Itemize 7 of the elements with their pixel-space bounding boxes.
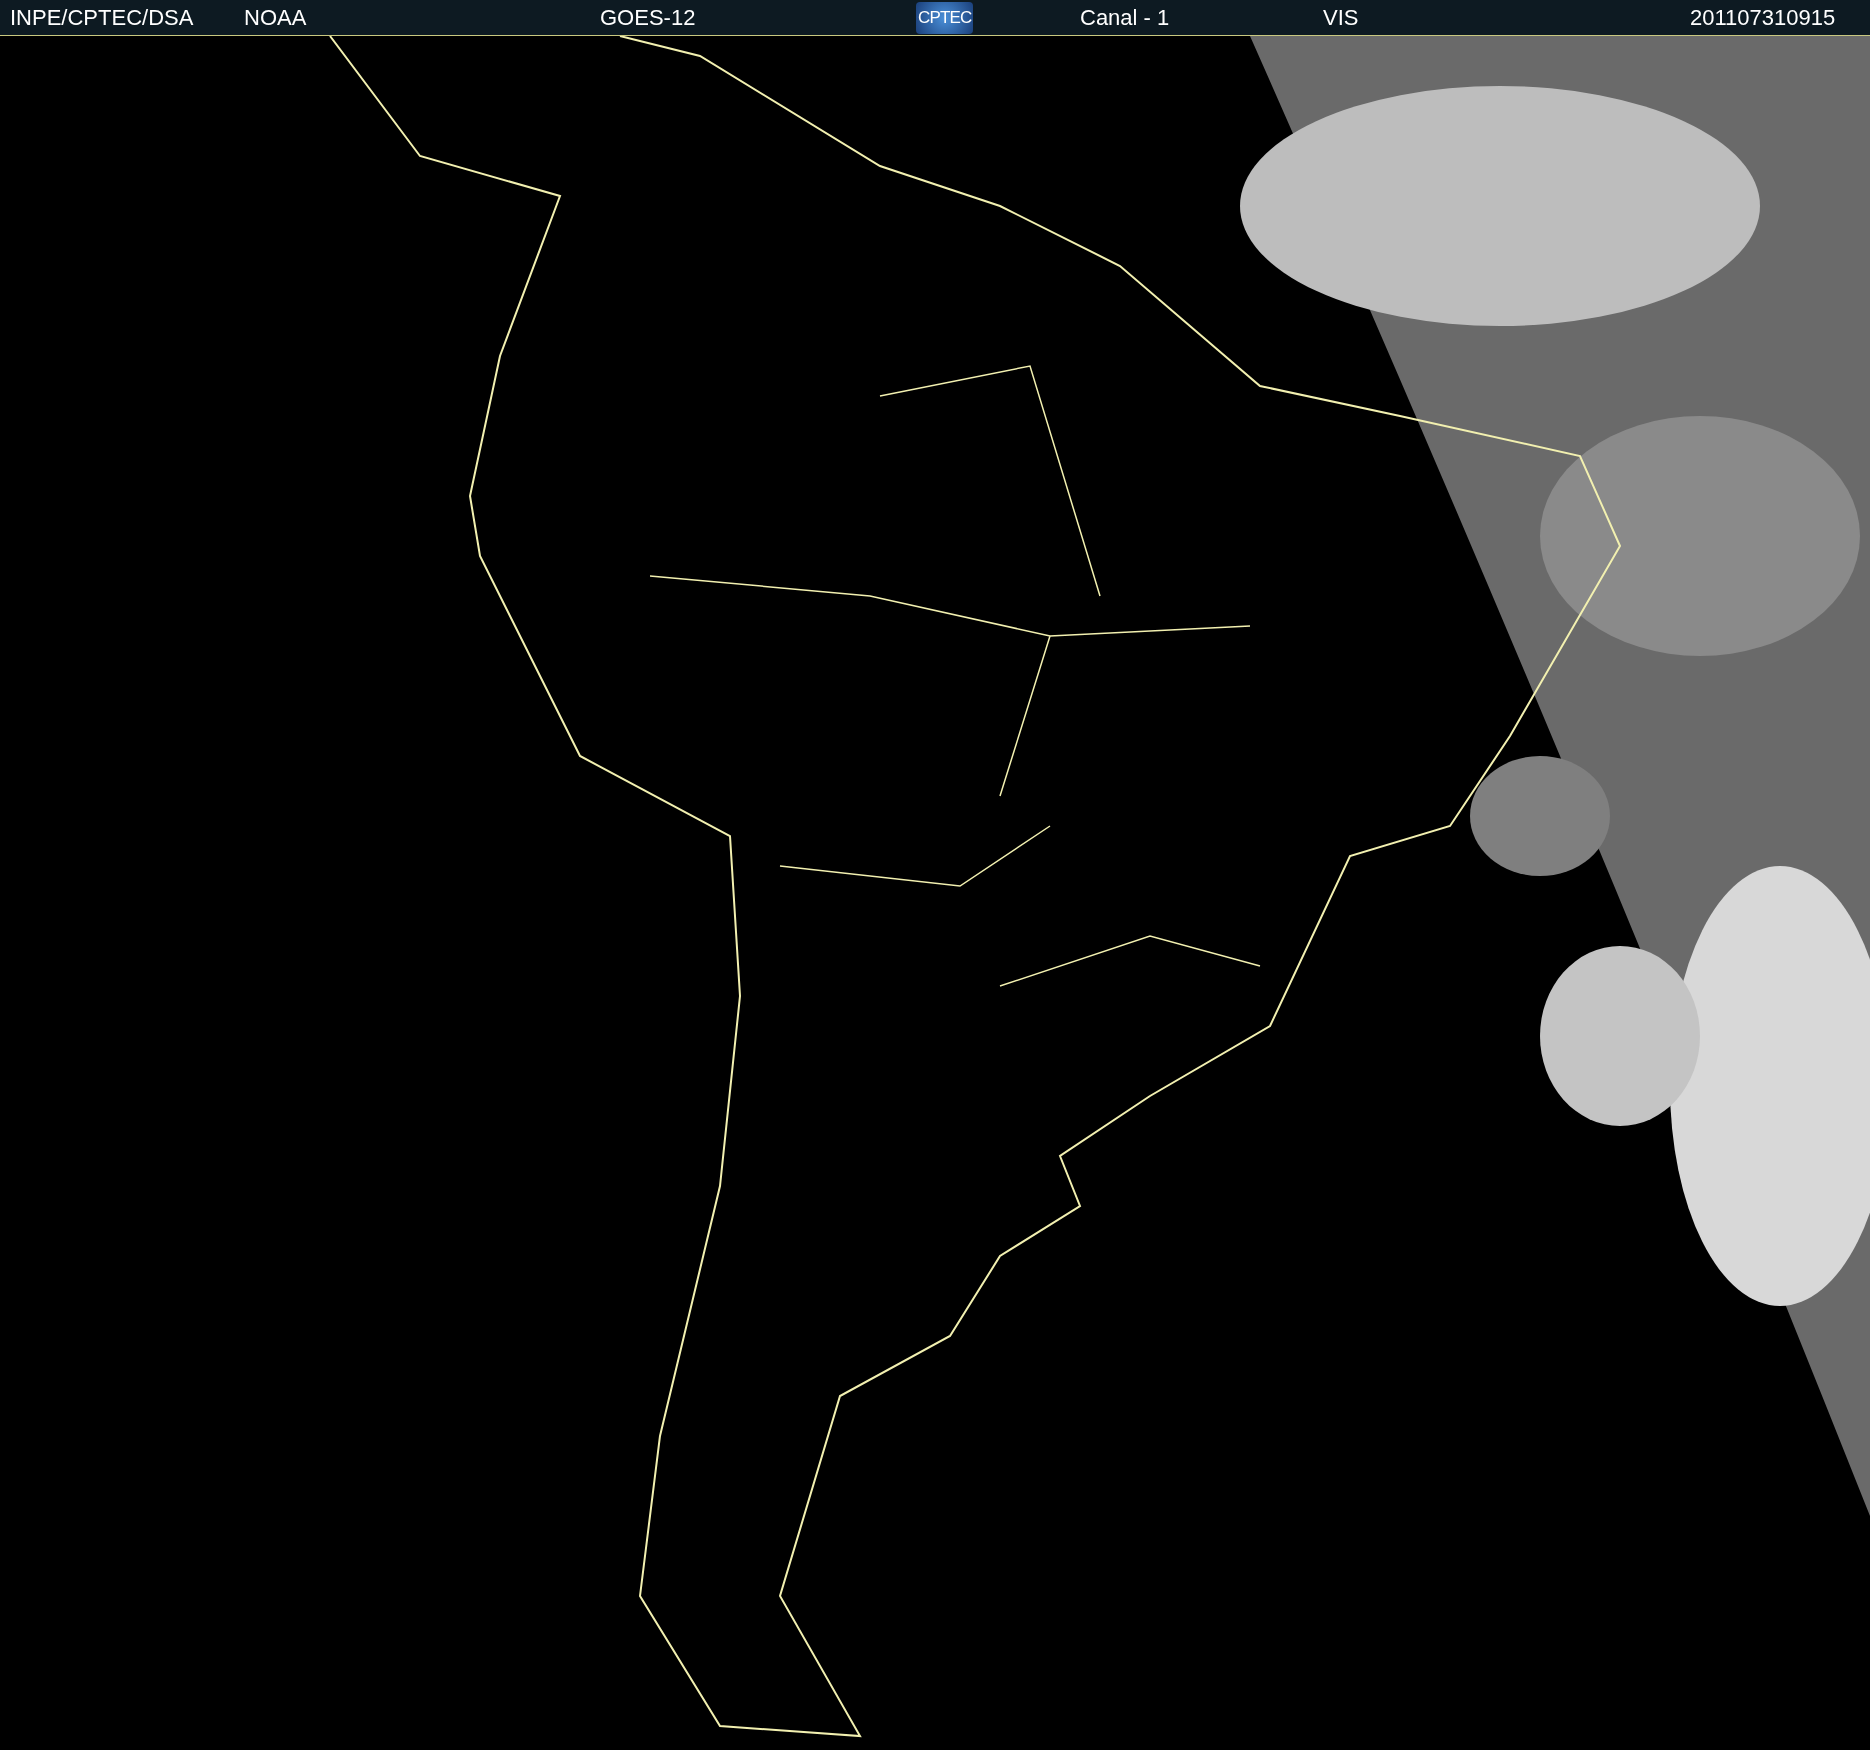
header-label: INPE/CPTEC/DSA bbox=[10, 4, 194, 32]
header-label: 201107310915 bbox=[1690, 4, 1836, 32]
header-label: GOES-12 bbox=[600, 4, 696, 32]
header-label: Canal - 1 bbox=[1080, 4, 1170, 32]
header-label: VIS bbox=[1323, 4, 1359, 32]
header-label: NOAA bbox=[244, 4, 307, 32]
cptec-logo: CPTEC bbox=[916, 1, 974, 34]
